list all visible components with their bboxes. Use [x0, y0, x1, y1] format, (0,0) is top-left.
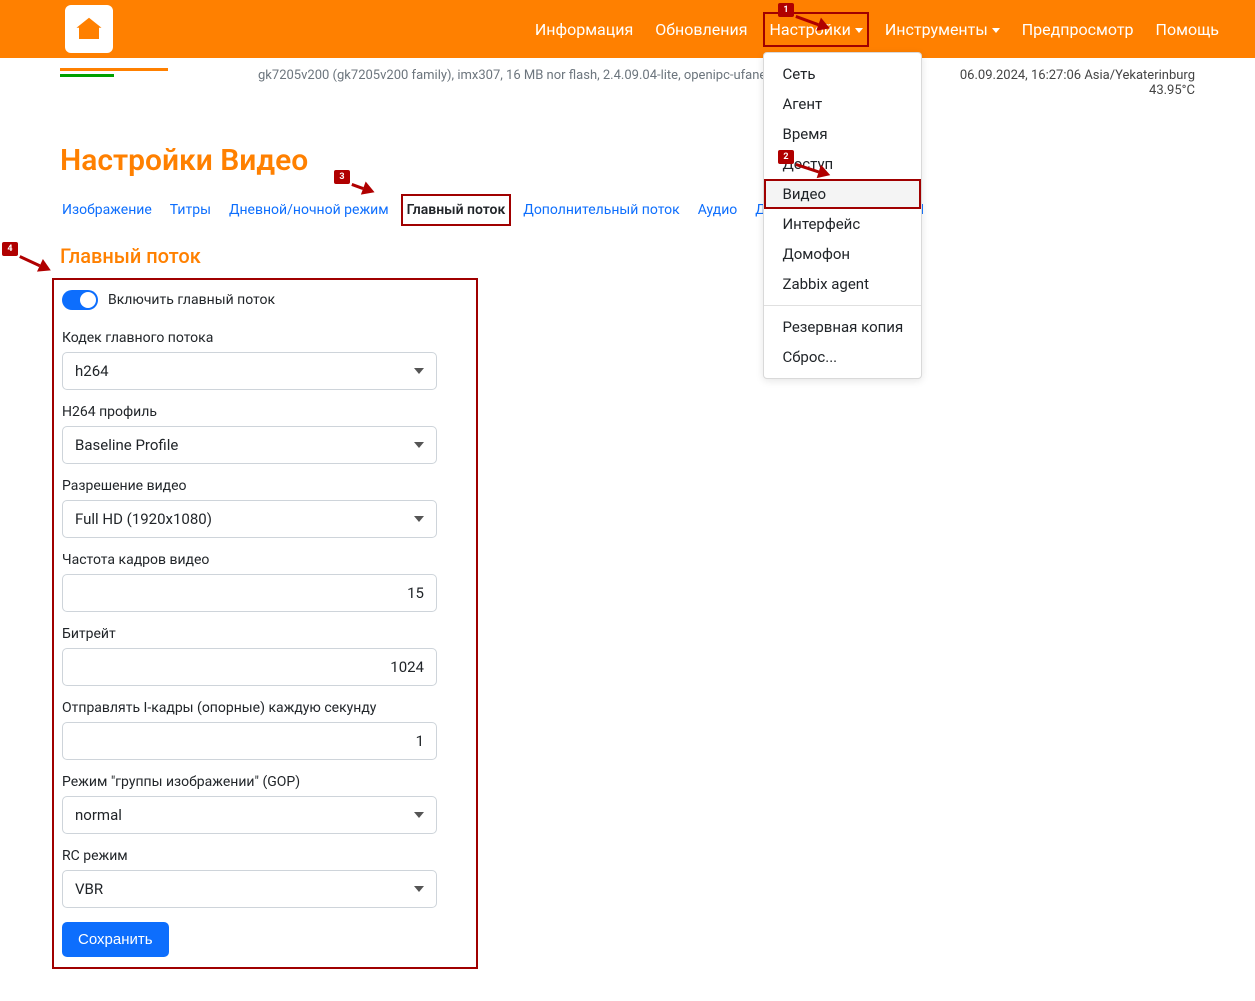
chevron-down-icon: [414, 368, 424, 374]
tab-daynight[interactable]: Дневной/ночной режим: [227, 198, 391, 222]
profile-select[interactable]: Baseline Profile: [62, 426, 437, 464]
enable-main-stream-label: Включить главный поток: [108, 292, 275, 308]
annotation-badge-2: 2: [778, 150, 794, 164]
fps-input[interactable]: 15: [62, 574, 437, 612]
dropdown-backup[interactable]: Резервная копия: [764, 312, 921, 342]
dropdown-interface[interactable]: Интерфейс: [764, 209, 921, 239]
top-navbar: Информация Обновления Настройки Сеть Аге…: [0, 0, 1255, 58]
dropdown-intercom[interactable]: Домофон: [764, 239, 921, 269]
info-bar: gk7205v200 (gk7205v200 family), imx307, …: [0, 58, 1255, 98]
tab-image[interactable]: Изображение: [60, 198, 154, 222]
gop-select[interactable]: normal: [62, 796, 437, 834]
datetime-info: 06.09.2024, 16:27:06 Asia/Yekaterinburg …: [960, 68, 1195, 98]
page-title: Настройки Видео: [60, 143, 1195, 178]
profile-label: H264 профиль: [62, 404, 468, 420]
tab-substream[interactable]: Дополнительный поток: [521, 198, 681, 222]
nav-tools[interactable]: Инструменты: [879, 12, 1006, 47]
chevron-down-icon: [414, 516, 424, 522]
dropdown-divider: [764, 305, 921, 306]
chevron-down-icon: [414, 812, 424, 818]
annotation-badge-3: 3: [334, 170, 350, 184]
save-button[interactable]: Сохранить: [62, 922, 169, 957]
annotation-badge-4: 4: [2, 242, 18, 256]
iframe-label: Отправлять I-кадры (опорные) каждую секу…: [62, 700, 468, 716]
settings-dropdown: Сеть Агент Время Доступ Видео Интерфейс …: [763, 52, 922, 379]
enable-main-stream-toggle[interactable]: [62, 290, 98, 310]
form-main-stream: Включить главный поток Кодек главного по…: [60, 286, 470, 961]
nav-help[interactable]: Помощь: [1150, 12, 1225, 47]
rc-select[interactable]: VBR: [62, 870, 437, 908]
sub-tabs: Изображение Титры Дневной/ночной режим Г…: [60, 198, 1195, 222]
dropdown-agent[interactable]: Агент: [764, 89, 921, 119]
codec-select[interactable]: h264: [62, 352, 437, 390]
rc-label: RC режим: [62, 848, 468, 864]
tab-titles[interactable]: Титры: [168, 198, 213, 222]
tab-audio[interactable]: Аудио: [696, 198, 740, 222]
resolution-select[interactable]: Full HD (1920x1080): [62, 500, 437, 538]
dropdown-reset[interactable]: Сброс...: [764, 342, 921, 372]
chevron-down-icon: [414, 442, 424, 448]
codec-label: Кодек главного потока: [62, 330, 468, 346]
nav-info[interactable]: Информация: [529, 12, 639, 47]
nav-preview[interactable]: Предпросмотр: [1016, 12, 1140, 47]
dropdown-video[interactable]: Видео: [764, 179, 921, 209]
page-body: Настройки Видео Изображение Титры Дневно…: [0, 98, 1255, 1001]
chevron-down-icon: [992, 28, 1000, 33]
gop-label: Режим "группы изображении" (GOP): [62, 774, 468, 790]
home-power-icon: [74, 14, 104, 44]
bitrate-label: Битрейт: [62, 626, 468, 642]
logo[interactable]: [65, 5, 113, 53]
dropdown-network[interactable]: Сеть: [764, 59, 921, 89]
chevron-down-icon: [855, 28, 863, 33]
nav-updates[interactable]: Обновления: [649, 12, 753, 47]
dropdown-zabbix[interactable]: Zabbix agent: [764, 269, 921, 299]
iframe-input[interactable]: 1: [62, 722, 437, 760]
bitrate-input[interactable]: 1024: [62, 648, 437, 686]
fps-label: Частота кадров видео: [62, 552, 468, 568]
section-title: Главный поток: [60, 244, 1195, 268]
nav-links: Информация Обновления Настройки Сеть Аге…: [529, 12, 1235, 47]
tab-mainstream[interactable]: Главный поток: [405, 198, 508, 222]
resource-bars: [60, 68, 240, 80]
resolution-label: Разрешение видео: [62, 478, 468, 494]
dropdown-time[interactable]: Время: [764, 119, 921, 149]
chevron-down-icon: [414, 886, 424, 892]
annotation-badge-1: 1: [778, 3, 794, 17]
